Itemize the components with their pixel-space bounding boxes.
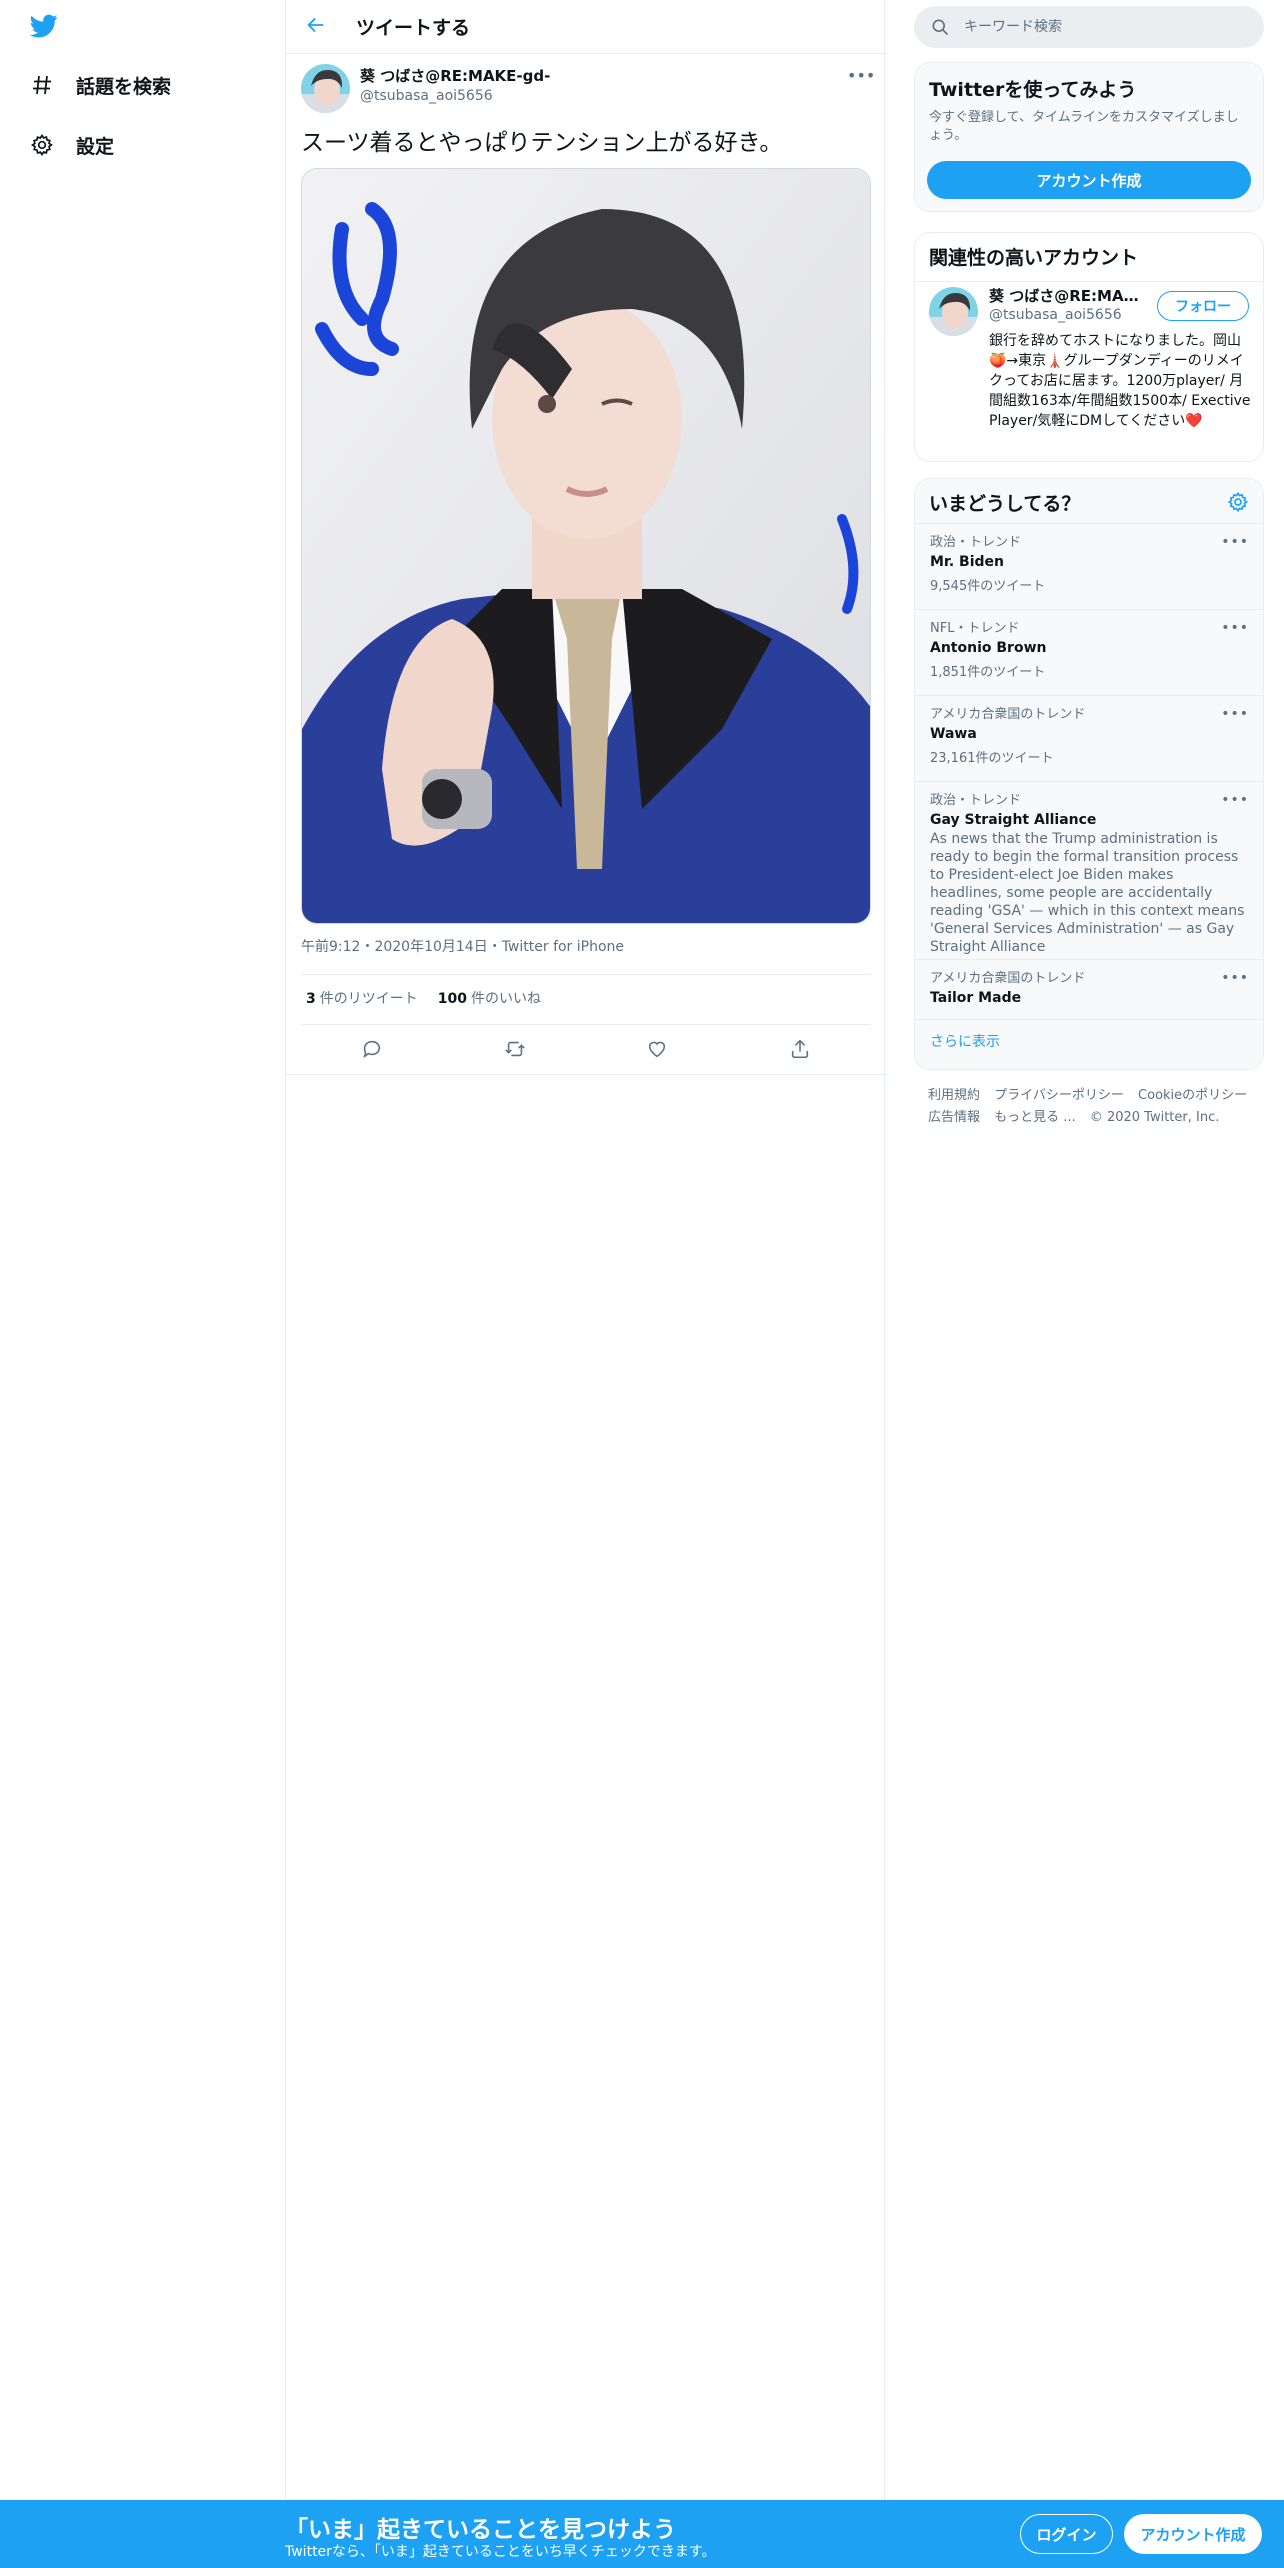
tweet-photo[interactable] — [301, 168, 871, 924]
footer-link-cookies[interactable]: Cookieのポリシー — [1138, 1088, 1247, 1103]
nav-item-label: 話題を検索 — [76, 75, 172, 98]
trend-count: 9,545件のツイート — [930, 579, 1046, 594]
trend-category: NFL・トレンド — [930, 621, 1020, 636]
show-more-label: さらに表示 — [930, 1034, 1000, 1050]
trend-name: Mr. Biden — [930, 554, 1004, 570]
trend-name: Tailor Made — [930, 990, 1022, 1006]
avatar[interactable] — [301, 64, 350, 113]
share-icon[interactable] — [780, 1029, 820, 1069]
trend-item[interactable]: NFL・トレンド Antonio Brown 1,851件のツイート ••• — [915, 609, 1263, 695]
footer-links: 利用規約 プライバシーポリシー Cookieのポリシー 広告情報 もっと見る .… — [928, 1085, 1257, 1129]
trend-category: 政治・トレンド — [930, 535, 1022, 550]
banner-subtitle: Twitterなら、「いま」起きていることをいち早くチェックできます。 — [285, 2544, 716, 2560]
related-avatar[interactable] — [929, 287, 978, 336]
gear-icon[interactable] — [1227, 491, 1249, 517]
more-options-icon[interactable]: ••• — [847, 66, 875, 86]
search-input[interactable] — [964, 19, 1244, 35]
page-title: ツイートする — [356, 17, 471, 39]
author-handle[interactable]: @tsubasa_aoi5656 — [360, 86, 550, 106]
related-accounts-card: 関連性の高いアカウント 葵 つばさ@RE:MAK... @tsubasa_aoi… — [914, 232, 1264, 462]
footer-copyright: © 2020 Twitter, Inc. — [1089, 1110, 1220, 1125]
trend-description: As news that the Trump administration is… — [930, 831, 1245, 955]
divider — [286, 1074, 886, 1075]
follow-button[interactable]: フォロー — [1157, 291, 1249, 321]
back-button[interactable] — [296, 7, 336, 47]
related-title: 関連性の高いアカウント — [929, 247, 1139, 269]
signup-subtitle: 今すぐ登録して、タイムラインをカスタマイズしましょう。 — [929, 110, 1239, 143]
trends-title: いまどうしてる？ — [929, 493, 1081, 515]
reply-icon[interactable] — [352, 1029, 392, 1069]
more-options-icon[interactable]: ••• — [1221, 970, 1249, 986]
search-icon — [930, 17, 950, 37]
trend-item[interactable]: 政治・トレンド Mr. Biden 9,545件のツイート ••• — [915, 523, 1263, 609]
like-count[interactable]: 100 件のいいね — [438, 988, 541, 1008]
tweet-actions — [301, 1024, 871, 1074]
signup-card: Twitterを使ってみよう 今すぐ登録して、タイムラインをカスタマイズしましょ… — [914, 62, 1264, 212]
gear-icon — [28, 131, 56, 159]
more-options-icon[interactable]: ••• — [1221, 706, 1249, 722]
related-handle[interactable]: @tsubasa_aoi5656 — [989, 307, 1122, 323]
signup-banner: 「いま」起きていることを見つけよう Twitterなら、「いま」起きていることを… — [0, 2500, 1284, 2568]
author-name[interactable]: 葵 つばさ@RE:MAKE-gd- — [360, 66, 550, 86]
tweet-author[interactable]: 葵 つばさ@RE:MAKE-gd- @tsubasa_aoi5656 — [301, 64, 550, 113]
signup-button[interactable]: アカウント作成 — [1124, 2514, 1262, 2554]
tweet-text: スーツ着るとやっぱりテンション上がる好き。 — [301, 130, 783, 156]
divider — [301, 974, 871, 975]
tweet-stats: 3 件のリツイート 100 件のいいね — [306, 988, 561, 1008]
more-options-icon[interactable]: ••• — [1221, 620, 1249, 636]
retweet-icon[interactable] — [495, 1029, 535, 1069]
trend-item[interactable]: 政治・トレンド Gay Straight Alliance As news th… — [915, 781, 1263, 959]
twitter-bird-icon[interactable] — [28, 12, 64, 42]
footer-link-ads[interactable]: 広告情報 — [928, 1110, 980, 1125]
tweet-timestamp[interactable]: 午前9:12・2020年10月14日・Twitter for iPhone — [301, 936, 624, 956]
banner-title: 「いま」起きていることを見つけよう — [285, 2517, 676, 2543]
trend-item[interactable]: アメリカ合衆国のトレンド Tailor Made ••• — [915, 959, 1263, 1019]
more-options-icon[interactable]: ••• — [1221, 792, 1249, 808]
nav-item-settings[interactable]: 設定 — [28, 115, 114, 175]
footer-link-more[interactable]: もっと見る ... — [994, 1110, 1076, 1125]
show-more-link[interactable]: さらに表示 — [915, 1019, 1263, 1069]
signup-title: Twitterを使ってみよう — [929, 79, 1137, 101]
left-nav: 話題を検索 設定 — [0, 0, 285, 2568]
trend-category: 政治・トレンド — [930, 793, 1022, 808]
arrow-left-icon — [305, 14, 327, 40]
retweet-count[interactable]: 3 件のリツイート — [306, 988, 418, 1008]
search-bar[interactable] — [914, 6, 1264, 48]
trend-category: アメリカ合衆国のトレンド — [930, 707, 1086, 722]
trend-category: アメリカ合衆国のトレンド — [930, 971, 1086, 986]
divider — [915, 281, 1263, 282]
more-options-icon[interactable]: ••• — [1221, 534, 1249, 550]
trend-name: Wawa — [930, 726, 977, 742]
nav-item-label: 設定 — [76, 135, 115, 158]
related-name[interactable]: 葵 つばさ@RE:MAK... — [989, 285, 1149, 306]
trend-count: 23,161件のツイート — [930, 751, 1054, 766]
trend-count: 1,851件のツイート — [930, 665, 1046, 680]
page-header: ツイートする — [286, 0, 886, 54]
trend-name: Gay Straight Alliance — [930, 812, 1097, 828]
login-button[interactable]: ログイン — [1020, 2514, 1113, 2554]
like-icon[interactable] — [637, 1029, 677, 1069]
create-account-button[interactable]: アカウント作成 — [927, 161, 1251, 199]
related-bio: 銀行を辞めてホストになりました。岡山🍑→東京🗼グループダンディーのリメイクってお… — [989, 333, 1251, 429]
footer-link-privacy[interactable]: プライバシーポリシー — [994, 1088, 1124, 1103]
trend-item[interactable]: アメリカ合衆国のトレンド Wawa 23,161件のツイート ••• — [915, 695, 1263, 781]
main-column: ツイートする 葵 つばさ@RE:MAKE-gd- @tsubasa_aoi565… — [285, 0, 886, 2500]
trends-card: いまどうしてる？ 政治・トレンド Mr. Biden 9,545件のツイート •… — [914, 478, 1264, 1070]
trend-name: Antonio Brown — [930, 640, 1047, 656]
nav-item-explore[interactable]: 話題を検索 — [28, 55, 171, 115]
hashtag-icon — [28, 71, 56, 99]
footer-link-terms[interactable]: 利用規約 — [928, 1088, 980, 1103]
